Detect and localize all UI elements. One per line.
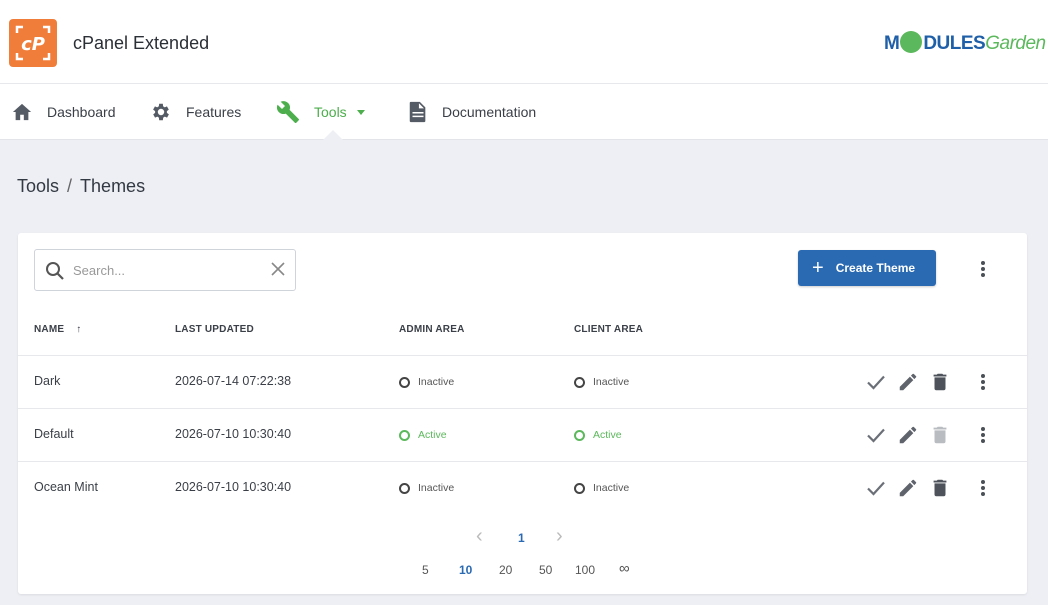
status-dot-icon xyxy=(574,429,585,441)
table-row: Default 2026-07-10 10:30:40 Active Activ… xyxy=(18,408,1027,461)
modulesgarden-logo: M DULESGarden xyxy=(884,31,1046,54)
column-header-client-area[interactable]: CLIENT AREA xyxy=(574,324,643,335)
last-updated: 2026-07-10 10:30:40 xyxy=(175,480,292,494)
breadcrumb-parent[interactable]: Tools xyxy=(17,176,59,196)
document-icon xyxy=(409,101,426,123)
per-page-all[interactable]: ∞ xyxy=(619,560,630,577)
nav-documentation[interactable]: Documentation xyxy=(408,84,536,140)
activate-check-icon[interactable] xyxy=(865,477,887,499)
search-box xyxy=(34,249,296,291)
close-icon[interactable] xyxy=(269,260,287,278)
breadcrumb-current: Themes xyxy=(80,176,146,196)
edit-pencil-icon[interactable] xyxy=(897,371,919,393)
svg-text:cP: cP xyxy=(21,34,45,55)
edit-pencil-icon[interactable] xyxy=(897,424,919,446)
edit-pencil-icon[interactable] xyxy=(897,477,919,499)
activate-check-icon[interactable] xyxy=(865,371,887,393)
row-more-icon[interactable] xyxy=(973,425,993,445)
breadcrumb: Tools / Themes xyxy=(17,176,146,196)
table-row: Dark 2026-07-14 07:22:38 Inactive Inacti… xyxy=(18,355,1027,408)
row-more-icon[interactable] xyxy=(973,478,993,498)
admin-status: Active xyxy=(399,429,447,441)
theme-name: Default xyxy=(34,427,74,441)
client-status: Inactive xyxy=(574,376,629,388)
theme-name: Ocean Mint xyxy=(34,480,98,494)
delete-trash-icon xyxy=(933,426,947,444)
gear-logo-icon xyxy=(900,31,923,53)
nav-dashboard[interactable]: Dashboard xyxy=(11,84,116,140)
nav-features[interactable]: Features xyxy=(150,84,241,140)
table-row: Ocean Mint 2026-07-10 10:30:40 Inactive … xyxy=(18,461,1027,514)
top-header: cP cPanel Extended M DULESGarden xyxy=(0,0,1048,84)
pagination-next-icon[interactable]: › xyxy=(556,525,563,548)
per-page-20[interactable]: 20 xyxy=(499,563,512,577)
status-dot-icon xyxy=(574,376,585,388)
themes-card: + Create Theme NAME↑ LAST UPDATED ADMIN … xyxy=(18,233,1027,594)
search-icon xyxy=(46,262,64,280)
delete-trash-icon[interactable] xyxy=(929,371,951,393)
search-input[interactable] xyxy=(73,258,253,282)
client-status: Active xyxy=(574,429,622,441)
app-title: cPanel Extended xyxy=(73,33,210,53)
activate-check-icon[interactable] xyxy=(865,424,887,446)
last-updated: 2026-07-10 10:30:40 xyxy=(175,427,292,441)
delete-trash-icon[interactable] xyxy=(929,477,951,499)
create-theme-button[interactable]: + Create Theme xyxy=(798,250,936,286)
admin-status: Inactive xyxy=(399,482,454,494)
toolbar-more-icon[interactable] xyxy=(973,259,993,279)
per-page-50[interactable]: 50 xyxy=(539,563,552,577)
sort-arrow-icon: ↑ xyxy=(76,324,82,335)
theme-name: Dark xyxy=(34,374,61,388)
status-dot-icon xyxy=(574,482,585,494)
pagination-prev-icon[interactable]: ‹ xyxy=(476,525,483,548)
per-page-10[interactable]: 10 xyxy=(459,563,472,577)
last-updated: 2026-07-14 07:22:38 xyxy=(175,374,292,388)
per-page-100[interactable]: 100 xyxy=(575,563,595,577)
wrench-icon xyxy=(276,101,299,123)
status-dot-icon xyxy=(399,429,410,441)
column-header-admin-area[interactable]: ADMIN AREA xyxy=(399,324,465,335)
column-header-name[interactable]: NAME ↑ xyxy=(34,324,81,335)
home-icon xyxy=(12,103,32,121)
column-header-last-updated[interactable]: LAST UPDATED xyxy=(175,324,254,335)
client-status: Inactive xyxy=(574,482,629,494)
nav-tools[interactable]: Tools xyxy=(276,84,365,140)
status-dot-icon xyxy=(399,376,410,388)
plus-icon: + xyxy=(812,257,824,279)
nav-active-pointer xyxy=(323,130,343,140)
pagination-page-1[interactable]: 1 xyxy=(518,531,525,545)
main-nav: Dashboard Features Tools Documentation xyxy=(0,84,1048,140)
per-page-5[interactable]: 5 xyxy=(422,563,429,577)
chevron-down-icon[interactable] xyxy=(356,109,365,115)
gear-icon xyxy=(153,103,169,121)
row-more-icon[interactable] xyxy=(973,372,993,392)
status-dot-icon xyxy=(399,482,410,494)
cpanel-logo-icon: cP xyxy=(9,19,57,67)
admin-status: Inactive xyxy=(399,376,454,388)
